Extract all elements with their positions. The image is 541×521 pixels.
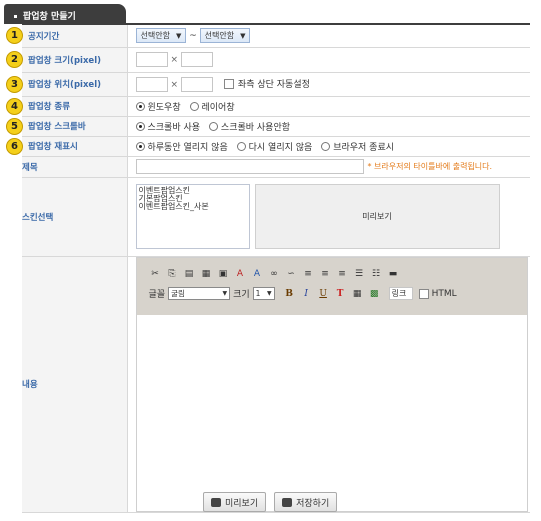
row-content: 내용 ✂ ⎘ ▤ ▦ ▣ A A ∞ ∽ ≡ ≡ ≡ ☰ ☷ ▬ 글꼴 굴림 ▼… (22, 256, 530, 513)
times-sign: × (170, 55, 179, 65)
table-icon[interactable]: ▣ (217, 268, 230, 280)
link-icon[interactable]: ∞ (268, 268, 281, 280)
row-type: 4 팝업창 종류 윈도우창 레이어창 (6, 96, 530, 117)
page-title-tab: 팝업창 만들기 (4, 4, 126, 24)
subject-hint: * 브라우저의 타이틀바에 출력됩니다. (367, 162, 493, 171)
row-position: 3 팝업창 위치(pixel) × 좌측 상단 자동설정 (6, 72, 530, 97)
font-bigger-icon[interactable]: A (234, 268, 247, 280)
step-badge-4: 4 (6, 97, 23, 115)
horizontal-rule-icon[interactable]: ▬ (387, 268, 400, 280)
cut-icon[interactable]: ✂ (149, 268, 162, 280)
copy-icon[interactable]: ⎘ (166, 268, 179, 280)
italic-icon[interactable]: I (300, 288, 313, 300)
step-badge-3: 3 (6, 75, 23, 93)
label-content: 내용 (22, 256, 128, 513)
list-item[interactable]: 이벤트팝업스킨_사본 (139, 203, 247, 211)
preview-button[interactable]: 미리보기 (203, 492, 267, 512)
skin-listbox[interactable]: 이벤트팝업스킨 기본팝업스킨 이벤트팝업스킨_사본 (135, 184, 250, 249)
action-buttons: 미리보기 저장하기 (203, 492, 345, 512)
align-right-icon[interactable]: ≡ (336, 268, 349, 280)
dropdown-arrow-icon: ▼ (240, 31, 246, 40)
html-checkbox[interactable] (418, 288, 429, 299)
type-layer-radio[interactable] (189, 101, 199, 111)
label-skin: 스킨선택 (22, 177, 128, 257)
save-button[interactable]: 저장하기 (274, 492, 338, 512)
editor-toolbar: ✂ ⎘ ▤ ▦ ▣ A A ∞ ∽ ≡ ≡ ≡ ☰ ☷ ▬ 글꼴 굴림 ▼ 크기… (136, 257, 527, 315)
left-input[interactable] (135, 76, 168, 92)
link-input[interactable]: 링크 (388, 287, 413, 300)
row-subject: 제목 * 브라우저의 타이틀바에 출력됩니다. (22, 156, 530, 178)
auto-position-label: 좌측 상단 자동설정 (237, 79, 310, 90)
bullet-icon (14, 15, 17, 18)
dropdown-arrow-icon: ▼ (267, 290, 272, 297)
rich-text-editor: ✂ ⎘ ▤ ▦ ▣ A A ∞ ∽ ≡ ≡ ≡ ☰ ☷ ▬ 글꼴 굴림 ▼ 크기… (135, 256, 528, 512)
eye-icon (211, 497, 221, 507)
start-date-select[interactable]: 선택안함 ▼ (135, 28, 187, 44)
step-badge-5: 5 (6, 117, 23, 135)
text-color-icon[interactable]: T (334, 288, 347, 300)
step-badge-1: 1 (6, 27, 23, 45)
row-skin: 스킨선택 이벤트팝업스킨 기본팝업스킨 이벤트팝업스킨_사본 미리보기 (22, 177, 530, 257)
ordered-list-icon[interactable]: ☰ (353, 268, 366, 280)
label-scroll: 팝업창 스크롤바 (28, 122, 86, 132)
redisplay-browser-radio[interactable] (321, 141, 331, 151)
label-period: 공지기간 (28, 31, 60, 42)
underline-icon[interactable]: U (317, 288, 330, 300)
unlink-icon[interactable]: ∽ (285, 268, 298, 280)
auto-position-checkbox[interactable] (223, 79, 234, 89)
row-size: 2 팝업창 크기(pixel) × (6, 47, 530, 73)
type-window-radio[interactable] (135, 101, 145, 111)
dropdown-arrow-icon: ▼ (175, 31, 182, 40)
paste-text-icon[interactable]: ▦ (200, 268, 213, 280)
skin-preview: 미리보기 (254, 184, 500, 249)
step-badge-6: 6 (6, 137, 23, 155)
page-title: 팝업창 만들기 (23, 12, 76, 22)
scroll-on-radio[interactable] (135, 121, 145, 131)
image-insert-icon[interactable]: ▩ (368, 288, 381, 300)
label-redisplay: 팝업창 재표시 (28, 142, 78, 152)
bold-icon[interactable]: B (283, 288, 296, 300)
times-sign: × (170, 79, 179, 90)
label-subject: 제목 (22, 156, 128, 178)
top-input[interactable] (181, 76, 214, 92)
label-position: 팝업창 위치(pixel) (28, 80, 101, 90)
table-insert-icon[interactable]: ▦ (351, 288, 364, 300)
label-type: 팝업창 종류 (28, 102, 71, 112)
scroll-off-radio[interactable] (208, 121, 218, 131)
size-label: 크기 (233, 290, 250, 300)
subject-input[interactable] (135, 159, 364, 174)
popup-form: 1 공지기간 선택안함 ▼ ~ 선택안함 ▼ 2 팝업창 크기(pixel) × 3 팝업… (6, 25, 530, 513)
row-scroll: 5 팝업창 스크롤바 스크롤바 사용 스크롤바 사용안함 (6, 116, 530, 137)
font-label: 글꼴 (148, 290, 166, 300)
end-date-select[interactable]: 선택안함 ▼ (199, 28, 251, 44)
step-badge-2: 2 (6, 51, 23, 68)
dropdown-arrow-icon: ▼ (222, 290, 228, 297)
paste-icon[interactable]: ▤ (183, 268, 196, 280)
font-select[interactable]: 굴림 ▼ (168, 287, 231, 300)
label-size: 팝업창 크기(pixel) (28, 55, 101, 66)
period-separator: ~ (189, 31, 197, 42)
editor-content-area[interactable] (136, 314, 527, 511)
camera-icon (282, 497, 293, 507)
align-left-icon[interactable]: ≡ (302, 268, 315, 280)
row-redisplay: 6 팝업창 재표시 하루동안 열리지 않음 다시 열리지 않음 브라우저 종료시 (6, 136, 530, 157)
redisplay-never-radio[interactable] (236, 141, 246, 151)
align-center-icon[interactable]: ≡ (319, 268, 332, 280)
width-input[interactable] (135, 52, 168, 67)
size-select[interactable]: 1 ▼ (252, 287, 275, 300)
height-input[interactable] (181, 52, 214, 67)
html-label: HTML (431, 288, 457, 299)
font-smaller-icon[interactable]: A (251, 268, 264, 280)
unordered-list-icon[interactable]: ☷ (370, 268, 383, 280)
row-period: 1 공지기간 선택안함 ▼ ~ 선택안함 ▼ (6, 25, 530, 48)
redisplay-day-radio[interactable] (135, 141, 145, 151)
